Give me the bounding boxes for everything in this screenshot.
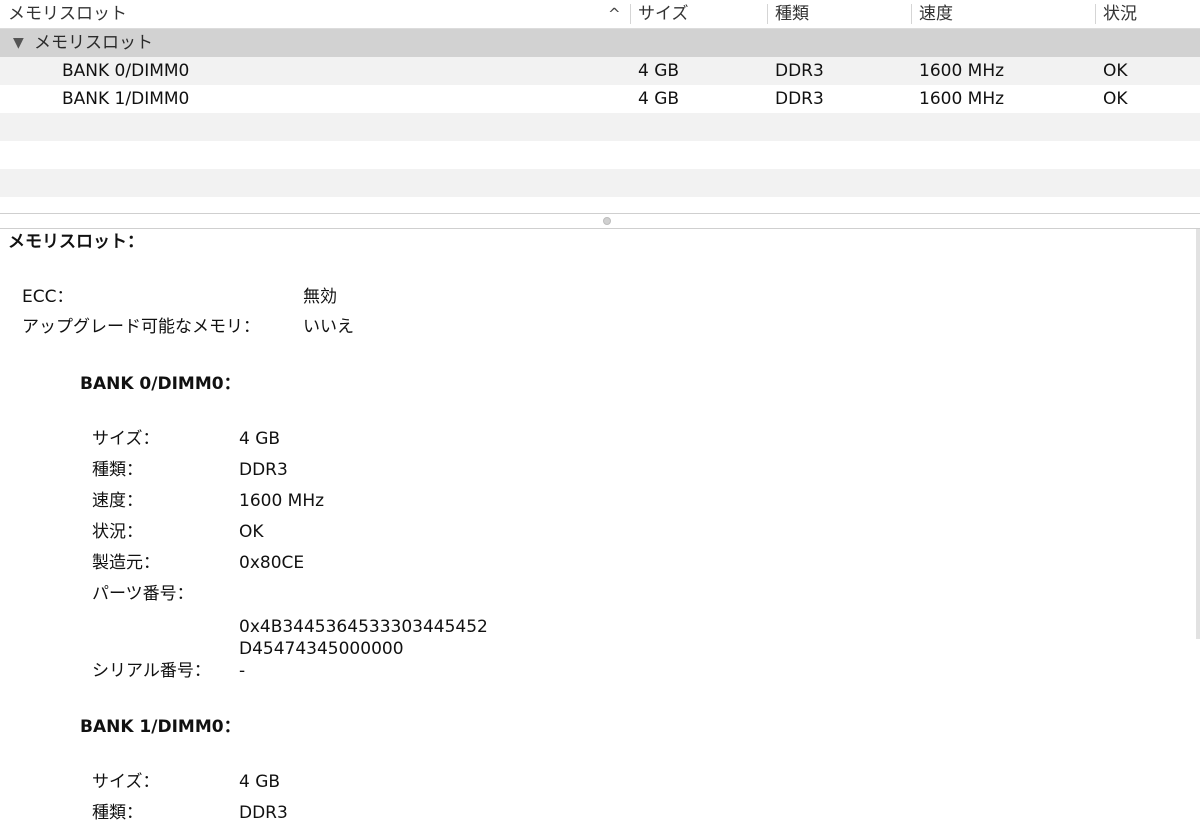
pane-splitter[interactable] [0,213,1200,229]
table-row[interactable]: BANK 1/DIMM0 4 GB DDR3 1600 MHz OK [0,85,1200,113]
column-separator[interactable] [911,4,912,24]
disclosure-triangle-icon[interactable]: ▼ [13,29,24,57]
cell-type: DDR3 [775,61,824,81]
cell-status: OK [1103,61,1128,81]
column-header-slot[interactable]: メモリスロット [8,0,127,28]
column-separator[interactable] [767,4,768,24]
summary-value-upgradeable: いいえ [303,317,354,337]
bank-part-value-line2: D45474345000000 [239,639,404,659]
bank-maker-label: 製造元： [92,553,160,573]
vertical-scrollbar[interactable] [1196,229,1200,639]
column-header-size[interactable]: サイズ [638,0,689,28]
bank-title: BANK 1/DIMM0： [80,717,241,737]
detail-heading: メモリスロット： [8,232,144,252]
bank-type-value: DDR3 [239,460,288,480]
group-row-label: メモリスロット [34,33,153,53]
detail-pane: メモリスロット： ECC： 無効 アップグレード可能なメモリ： いいえ BANK… [0,229,1200,827]
bank-size-value: 4 GB [239,429,281,449]
column-separator[interactable] [1095,4,1096,24]
bank-type-value: DDR3 [239,803,288,823]
bank-title: BANK 0/DIMM0： [80,374,241,394]
empty-row [0,169,1200,197]
table-header: メモリスロット ^ サイズ 種類 速度 状況 [0,0,1200,29]
sort-ascending-icon[interactable]: ^ [608,0,621,28]
group-row-memory-slots[interactable]: ▼ メモリスロット [0,29,1200,57]
cell-speed: 1600 MHz [919,61,1005,81]
empty-row [0,141,1200,169]
summary-value-ecc: 無効 [303,287,337,307]
cell-speed: 1600 MHz [919,89,1005,109]
column-separator[interactable] [630,4,631,24]
cell-size: 4 GB [638,89,680,109]
bank-size-value: 4 GB [239,772,281,792]
cell-slot: BANK 1/DIMM0 [62,89,190,109]
cell-slot: BANK 0/DIMM0 [62,61,190,81]
bank-size-label: サイズ： [92,772,160,792]
table-row[interactable]: BANK 0/DIMM0 4 GB DDR3 1600 MHz OK [0,57,1200,85]
splitter-grip-icon[interactable] [603,217,611,225]
bank-type-label: 種類： [92,803,143,823]
empty-row [0,113,1200,141]
column-header-type[interactable]: 種類 [775,0,809,28]
bank-maker-value: 0x80CE [239,553,305,573]
memory-slot-table: メモリスロット ^ サイズ 種類 速度 状況 ▼ メモリスロット BANK 0/… [0,0,1200,213]
bank-serial-value: - [239,661,246,681]
bank-status-label: 状況： [92,522,143,542]
bank-part-label: パーツ番号： [92,584,194,604]
bank-speed-value: 1600 MHz [239,491,325,511]
bank-serial-label: シリアル番号： [92,661,211,681]
column-header-speed[interactable]: 速度 [919,0,953,28]
bank-part-value-line1: 0x4B3445364533303445452 [239,617,488,637]
bank-type-label: 種類： [92,460,143,480]
bank-speed-label: 速度： [92,491,143,511]
summary-label-upgradeable: アップグレード可能なメモリ： [22,317,260,337]
summary-label-ecc: ECC： [22,287,74,307]
cell-status: OK [1103,89,1128,109]
cell-type: DDR3 [775,89,824,109]
bank-status-value: OK [239,522,264,542]
bank-size-label: サイズ： [92,429,160,449]
cell-size: 4 GB [638,61,680,81]
column-header-status[interactable]: 状況 [1103,0,1137,28]
